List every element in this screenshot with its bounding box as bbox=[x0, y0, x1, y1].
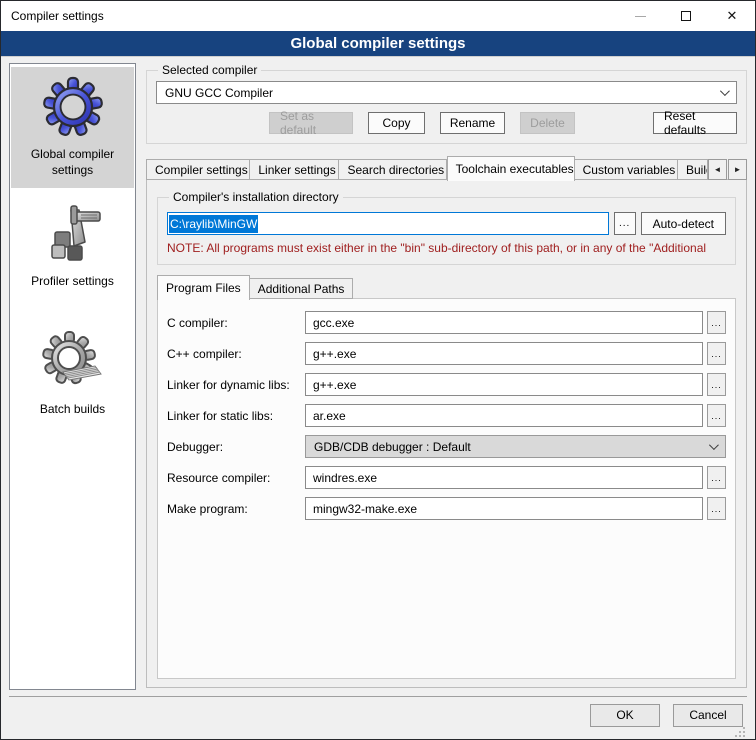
installation-directory-value: C:\raylib\MinGW bbox=[169, 215, 258, 233]
resource-compiler-browse-button[interactable]: ... bbox=[707, 466, 726, 489]
auto-detect-button[interactable]: Auto-detect bbox=[641, 212, 726, 235]
page-title: Global compiler settings bbox=[1, 31, 755, 57]
settings-category-list: Global compiler settings bbox=[9, 63, 136, 690]
compiler-settings-dialog: Compiler settings ✕ Global compiler sett… bbox=[0, 0, 756, 740]
program-files-tabbar: Program Files Additional Paths bbox=[157, 275, 736, 299]
copy-button[interactable]: Copy bbox=[368, 112, 425, 134]
sidebar-item-label: Profiler settings bbox=[31, 273, 114, 289]
resource-compiler-row: Resource compiler: ... bbox=[167, 466, 726, 489]
toolchain-executables-panel: Compiler's installation directory C:\ray… bbox=[146, 179, 747, 688]
maximize-icon bbox=[681, 11, 691, 21]
cpp-compiler-input[interactable] bbox=[305, 342, 703, 365]
minimize-button bbox=[617, 1, 663, 31]
tab-build-options[interactable]: Build options bbox=[678, 159, 708, 180]
debugger-select-value: GDB/CDB debugger : Default bbox=[314, 440, 709, 454]
tab-program-files[interactable]: Program Files bbox=[157, 275, 250, 300]
blue-gear-icon bbox=[41, 75, 105, 139]
tab-search-directories[interactable]: Search directories bbox=[339, 159, 446, 180]
title-bar: Compiler settings ✕ bbox=[1, 1, 755, 31]
static-linker-row: Linker for static libs: ... bbox=[167, 404, 726, 427]
c-compiler-input[interactable] bbox=[305, 311, 703, 334]
gray-gear-stack-icon bbox=[41, 330, 105, 394]
dynamic-linker-row: Linker for dynamic libs: ... bbox=[167, 373, 726, 396]
program-files-page: C compiler: ... C++ compiler: ... Linker… bbox=[157, 298, 736, 679]
chevron-down-icon bbox=[720, 86, 730, 96]
static-linker-label: Linker for static libs: bbox=[167, 409, 305, 423]
reset-defaults-button[interactable]: Reset defaults bbox=[653, 112, 737, 134]
rename-button[interactable]: Rename bbox=[440, 112, 505, 134]
dialog-footer: OK Cancel bbox=[9, 696, 747, 739]
close-icon: ✕ bbox=[727, 8, 738, 24]
tab-additional-paths[interactable]: Additional Paths bbox=[250, 278, 354, 299]
installation-directory-input[interactable]: C:\raylib\MinGW bbox=[167, 212, 609, 235]
tab-linker-settings[interactable]: Linker settings bbox=[250, 159, 339, 180]
resource-compiler-input[interactable] bbox=[305, 466, 703, 489]
caption-buttons: ✕ bbox=[617, 1, 755, 31]
sidebar-item-label: Batch builds bbox=[40, 401, 105, 417]
dynamic-linker-input[interactable] bbox=[305, 373, 703, 396]
cpp-compiler-browse-button[interactable]: ... bbox=[707, 342, 726, 365]
compiler-select[interactable]: GNU GCC Compiler bbox=[156, 81, 737, 104]
static-linker-browse-button[interactable]: ... bbox=[707, 404, 726, 427]
sidebar-item-label: Global compiler settings bbox=[13, 146, 132, 178]
tab-compiler-settings[interactable]: Compiler settings bbox=[146, 159, 250, 180]
make-program-label: Make program: bbox=[167, 502, 305, 516]
debugger-label: Debugger: bbox=[167, 440, 305, 454]
make-program-row: Make program: ... bbox=[167, 497, 726, 520]
sidebar-item-batch-builds[interactable]: Batch builds bbox=[11, 322, 134, 427]
compiler-select-value: GNU GCC Compiler bbox=[165, 86, 720, 100]
delete-button: Delete bbox=[520, 112, 575, 134]
minimize-icon bbox=[635, 16, 646, 17]
installation-directory-legend: Compiler's installation directory bbox=[169, 190, 343, 204]
cpp-compiler-row: C++ compiler: ... bbox=[167, 342, 726, 365]
resource-compiler-label: Resource compiler: bbox=[167, 471, 305, 485]
close-button[interactable]: ✕ bbox=[709, 1, 755, 31]
c-compiler-label: C compiler: bbox=[167, 316, 305, 330]
cancel-button[interactable]: Cancel bbox=[673, 704, 743, 727]
sidebar-item-profiler-settings[interactable]: Profiler settings bbox=[11, 194, 134, 299]
resize-grip-icon[interactable] bbox=[734, 726, 746, 738]
selected-compiler-legend: Selected compiler bbox=[158, 63, 261, 77]
selected-compiler-group: Selected compiler GNU GCC Compiler Set a… bbox=[146, 63, 747, 144]
c-compiler-browse-button[interactable]: ... bbox=[707, 311, 726, 334]
tab-scroll-buttons: ◄ ► bbox=[708, 159, 747, 180]
window-title: Compiler settings bbox=[1, 9, 104, 23]
make-program-input[interactable] bbox=[305, 497, 703, 520]
ok-button[interactable]: OK bbox=[590, 704, 660, 727]
set-as-default-button: Set as default bbox=[269, 112, 353, 134]
tab-custom-variables[interactable]: Custom variables bbox=[575, 159, 678, 180]
tab-scroll-left-button[interactable]: ◄ bbox=[708, 159, 727, 180]
chevron-down-icon bbox=[709, 440, 719, 450]
maximize-button[interactable] bbox=[663, 1, 709, 31]
caliper-icon bbox=[41, 202, 105, 266]
make-program-browse-button[interactable]: ... bbox=[707, 497, 726, 520]
browse-directory-button[interactable]: ... bbox=[614, 212, 636, 235]
cpp-compiler-label: C++ compiler: bbox=[167, 347, 305, 361]
compiler-buttons-row: Set as default Copy Rename Delete Reset … bbox=[156, 112, 737, 134]
debugger-row: Debugger: GDB/CDB debugger : Default bbox=[167, 435, 726, 458]
dynamic-linker-label: Linker for dynamic libs: bbox=[167, 378, 305, 392]
c-compiler-row: C compiler: ... bbox=[167, 311, 726, 334]
installation-directory-group: Compiler's installation directory C:\ray… bbox=[157, 190, 736, 265]
debugger-select[interactable]: GDB/CDB debugger : Default bbox=[305, 435, 726, 458]
settings-tabbar: Compiler settings Linker settings Search… bbox=[146, 156, 747, 180]
static-linker-input[interactable] bbox=[305, 404, 703, 427]
installation-note: NOTE: All programs must exist either in … bbox=[167, 241, 726, 255]
dynamic-linker-browse-button[interactable]: ... bbox=[707, 373, 726, 396]
tab-toolchain-executables[interactable]: Toolchain executables bbox=[447, 156, 575, 181]
tab-scroll-right-button[interactable]: ► bbox=[728, 159, 747, 180]
sidebar-item-global-compiler-settings[interactable]: Global compiler settings bbox=[11, 67, 134, 188]
